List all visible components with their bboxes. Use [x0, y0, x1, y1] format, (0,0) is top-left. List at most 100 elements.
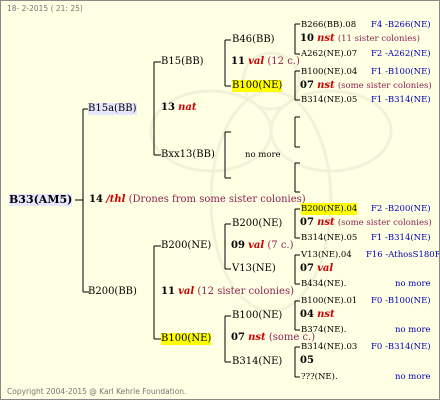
root-note: (Drones from some sister colonies): [128, 194, 306, 205]
g3-b46-id[interactable]: B46(BB): [232, 34, 275, 46]
g2-b15bb-num: 11: [231, 56, 245, 67]
g2-b200ne-id[interactable]: B200(NE): [161, 240, 211, 252]
g3-v13-code: val: [317, 263, 334, 274]
g1-top-num: 13: [161, 102, 175, 113]
root-breeding-line: 14 /thl (Drones from some sister colonie…: [89, 194, 306, 206]
g2-b15bb-line: 11 val (12 c.): [231, 56, 300, 68]
g3-b46-note: (11 sister colonies): [337, 34, 420, 44]
g4-id[interactable]: B314(NE): [301, 95, 344, 105]
root-queen-id[interactable]: B33(AM5): [9, 194, 73, 206]
g4-dot: .: [334, 372, 338, 382]
g4-ref: F4 -B266(NE): [371, 20, 431, 30]
g3-b100a-id[interactable]: B100(NE): [232, 80, 283, 92]
g4-row: B314(NE).03: [301, 341, 357, 353]
g4-id[interactable]: B100(NE): [301, 296, 344, 306]
g2-b200ne-note: (7 c.): [267, 240, 294, 251]
g4-ref: no more: [395, 325, 431, 335]
g3-b200-line: 07 nst (some sister colonies): [300, 217, 432, 229]
g4-ref: no more: [395, 372, 431, 382]
g4-dot: .08: [342, 20, 357, 30]
copyright-footer: Copyright 2004-2015 @ Karl Kehrle Founda…: [7, 387, 187, 396]
g1-bottom-id[interactable]: B200(BB): [88, 286, 137, 298]
g2-b100ne-num: 07: [231, 332, 245, 343]
g4-id[interactable]: V13(NE): [301, 250, 338, 260]
g4-ref: F2 -B200(NE): [371, 204, 431, 214]
g4-ref: F1 -B314(NE): [371, 233, 431, 243]
g4-dot: .05: [343, 95, 358, 105]
g3-b46-line: 10 nst (11 sister colonies): [300, 33, 420, 45]
g3-b100b-code: nst: [317, 309, 335, 320]
g3-b100b-id[interactable]: B100(NE): [232, 310, 282, 322]
g1-top-line: 13 nat: [161, 102, 196, 114]
g3-b100a-line: 07 nst (some sister colonies): [300, 80, 432, 92]
g3-b46-code: nst: [317, 33, 335, 44]
g4-dot: .03: [343, 342, 358, 352]
g3-b46-num: 10: [300, 33, 314, 44]
g4-row: V13(NE).04: [301, 249, 352, 261]
g3-b100a-num: 07: [300, 80, 314, 91]
g3-v13-id[interactable]: V13(NE): [232, 263, 276, 275]
g1-bottom-num: 11: [161, 286, 175, 297]
g4-id[interactable]: B314(NE): [301, 342, 344, 352]
g4-id[interactable]: B374(NE): [301, 325, 344, 335]
g4-row: B100(NE).04: [301, 66, 357, 78]
g4-row: B314(NE).05: [301, 94, 357, 106]
g3-b100a-note: (some sister colonies): [337, 81, 432, 91]
g4-row: ???(NE).: [301, 371, 338, 383]
g2-b15bb-id[interactable]: B15(BB): [161, 56, 204, 68]
g4-id[interactable]: B266(BB): [301, 20, 343, 30]
g4-id[interactable]: B314(NE): [301, 233, 344, 243]
g2-bxx13-id[interactable]: Bxx13(BB): [161, 149, 215, 161]
g4-ref: F1 -B314(NE): [371, 95, 431, 105]
g4-dot: .04: [343, 204, 358, 214]
g4-ref: F0 -B100(NE): [371, 296, 431, 306]
g2-b200ne-code: val: [248, 240, 265, 251]
g2-b100ne-id[interactable]: B100(NE): [161, 333, 212, 345]
pedigree-frame: 18- 2-2015 ( 21: 25) B33(AM5) 14 /thl (D…: [0, 0, 440, 400]
g1-top-id[interactable]: B15a(BB): [88, 103, 137, 115]
g1-bottom-note: (12 sister colonies): [197, 286, 294, 297]
g3-v13-num: 07: [300, 263, 314, 274]
g2-b100ne-code: nst: [248, 332, 266, 343]
g4-dot: .07: [343, 49, 358, 59]
g4-id[interactable]: B100(NE): [301, 67, 344, 77]
g4-dot: .05: [343, 233, 358, 243]
g3-b200-code: nst: [317, 217, 335, 228]
g4-dot: .04: [343, 67, 358, 77]
g2-b15bb-code: val: [248, 56, 265, 67]
g4-ref: F2 -A262(NE): [371, 49, 431, 59]
g3-b200-id[interactable]: B200(NE): [232, 218, 282, 230]
g4-dot: .01: [343, 296, 358, 306]
g3-b100a-code: nst: [317, 80, 335, 91]
g4-row: B100(NE).01: [301, 295, 357, 307]
g4-ref: F1 -B100(NE): [371, 67, 431, 77]
g3-b314-num: 05: [300, 355, 314, 366]
g2-bxx13-note: no more: [245, 150, 281, 160]
g4-id[interactable]: B434(NE): [301, 279, 344, 289]
g4-id[interactable]: ???(NE): [301, 372, 335, 382]
g4-ref: F16 -AthosS180R: [366, 250, 440, 260]
g3-b200-num: 07: [300, 217, 314, 228]
g4-dot: .: [343, 279, 347, 289]
g2-b200ne-line: 09 val (7 c.): [231, 240, 294, 252]
g4-ref: no more: [395, 279, 431, 289]
g4-id[interactable]: B200(NE): [301, 204, 344, 214]
g4-row: A262(NE).07: [301, 48, 357, 60]
g4-row: B374(NE).: [301, 324, 346, 336]
g3-v13-line: 07 val: [300, 263, 333, 275]
g3-b200-note: (some sister colonies): [337, 218, 432, 228]
g3-b100b-line: 04 nst: [300, 309, 335, 321]
g2-b15bb-note: (12 c.): [267, 56, 300, 67]
root-num: 14: [89, 194, 103, 205]
g3-b314-id[interactable]: B314(NE): [232, 356, 282, 368]
g4-id[interactable]: A262(NE): [301, 49, 344, 59]
g4-row: B434(NE).: [301, 278, 346, 290]
g3-b314-line: 05: [300, 355, 314, 367]
root-code: /thl: [106, 194, 126, 205]
g1-bottom-line: 11 val (12 sister colonies): [161, 286, 294, 298]
g4-row: B200(NE).04: [301, 203, 358, 215]
g4-dot: .: [343, 325, 347, 335]
g4-row: B314(NE).05: [301, 232, 357, 244]
g4-ref: F0 -B314(NE): [371, 342, 431, 352]
g3-b100b-num: 04: [300, 309, 314, 320]
